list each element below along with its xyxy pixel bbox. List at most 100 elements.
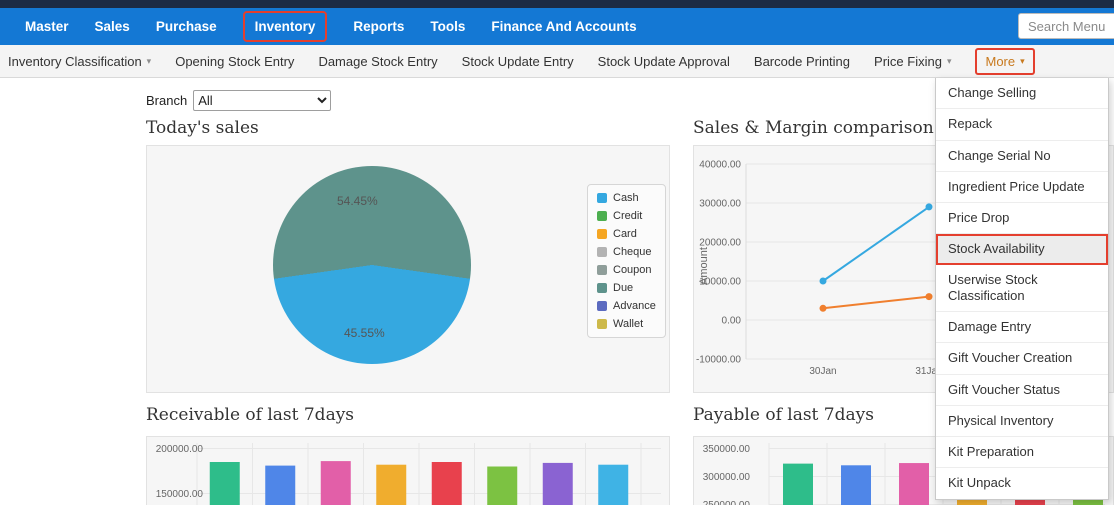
legend-swatch [597,211,607,221]
subnav-stock-update-entry[interactable]: Stock Update Entry [462,54,574,69]
legend-item[interactable]: Advance [597,300,656,312]
legend-item[interactable]: Cash [597,192,656,204]
data-point [926,203,933,210]
line-series [823,207,929,281]
legend-swatch [597,301,607,311]
todays-sales-chart: 54.45% 45.55% Cash Credit Card Cheque Coupon… [146,145,670,393]
legend-item[interactable]: Credit [597,210,656,222]
y-tick-label: 150000.00 [156,489,204,500]
data-point [820,278,827,285]
y-tick-label: 20000.00 [699,238,741,249]
menu-purchase[interactable]: Purchase [156,19,217,34]
legend-item[interactable]: Card [597,228,656,240]
legend-item[interactable]: Due [597,282,656,294]
y-tick-label: 250000.00 [703,500,751,505]
bar [210,462,240,505]
menu-item-kit-preparation[interactable]: Kit Preparation [936,437,1108,468]
subnav-opening-stock-entry[interactable]: Opening Stock Entry [175,54,294,69]
subnav-price-fixing[interactable]: Price Fixing ▾ [874,54,951,69]
inventory-submenu-bar: Inventory Classification ▾ Opening Stock… [0,45,1114,78]
menu-item-change-serial-no[interactable]: Change Serial No [936,141,1108,172]
bar [543,463,573,505]
receivable-bars-svg: 200000.00 150000.00 [147,437,671,505]
receivable-title: Receivable of last 7days [146,405,354,425]
y-tick-label: 350000.00 [703,444,751,455]
y-tick-label: 0.00 [722,316,742,327]
legend-label: Coupon [613,264,652,276]
legend-label: Cheque [613,246,652,258]
menu-inventory[interactable]: Inventory [243,11,328,42]
subnav-label: Barcode Printing [754,54,850,69]
menu-item-change-selling[interactable]: Change Selling [936,78,1108,109]
bar [783,464,813,505]
search-menu-input[interactable] [1018,13,1114,39]
menu-item-gift-voucher-status[interactable]: Gift Voucher Status [936,375,1108,406]
legend-swatch [597,265,607,275]
branch-filter: Branch All [146,90,331,111]
menu-item-ingredient-price-update[interactable]: Ingredient Price Update [936,172,1108,203]
subnav-more[interactable]: More ▾ [975,48,1034,75]
legend-label: Wallet [613,318,643,330]
bar [899,463,929,505]
legend-item[interactable]: Coupon [597,264,656,276]
pie-slice-label: 54.45% [337,194,378,208]
bar [376,465,406,505]
menu-sales[interactable]: Sales [95,19,130,34]
subnav-inventory-classification[interactable]: Inventory Classification ▾ [8,54,151,69]
menu-item-gift-voucher-creation[interactable]: Gift Voucher Creation [936,343,1108,374]
menu-item-physical-inventory[interactable]: Physical Inventory [936,406,1108,437]
subnav-damage-stock-entry[interactable]: Damage Stock Entry [318,54,437,69]
caret-down-icon: ▾ [1020,57,1025,66]
subnav-label: Stock Update Approval [598,54,730,69]
more-dropdown-menu: Change Selling Repack Change Serial No I… [935,78,1109,500]
y-tick-label: 40000.00 [699,160,741,171]
subnav-label: Stock Update Entry [462,54,574,69]
subnav-label: Inventory Classification [8,54,142,69]
y-tick-label: 200000.00 [156,444,204,455]
caret-down-icon: ▾ [147,57,152,66]
y-tick-label: 300000.00 [703,472,751,483]
legend-label: Card [613,228,637,240]
menu-item-damage-entry[interactable]: Damage Entry [936,312,1108,343]
bar [265,466,295,505]
legend-swatch [597,247,607,257]
legend-item[interactable]: Wallet [597,318,656,330]
pie-slice-label: 45.55% [344,326,385,340]
menu-item-stock-availability[interactable]: Stock Availability [936,234,1108,264]
legend-swatch [597,283,607,293]
subnav-label: Price Fixing [874,54,942,69]
payable-title: Payable of last 7days [693,405,874,425]
menu-item-price-drop[interactable]: Price Drop [936,203,1108,234]
legend-swatch [597,229,607,239]
main-menu: Master Sales Purchase Inventory Reports … [25,11,637,42]
subnav-label: More [985,54,1015,69]
subnav-barcode-printing[interactable]: Barcode Printing [754,54,850,69]
line-series [823,297,929,309]
caret-down-icon: ▾ [947,57,952,66]
legend-item[interactable]: Cheque [597,246,656,258]
menu-item-repack[interactable]: Repack [936,109,1108,140]
menu-master[interactable]: Master [25,19,69,34]
y-axis-title: Amount [698,247,710,285]
menu-finance-and-accounts[interactable]: Finance And Accounts [491,19,636,34]
bar [487,467,517,505]
bar [321,461,351,505]
top-strip [0,0,1114,8]
legend-label: Due [613,282,633,294]
menu-reports[interactable]: Reports [353,19,404,34]
todays-sales-title: Today's sales [146,118,259,138]
subnav-stock-update-approval[interactable]: Stock Update Approval [598,54,730,69]
menu-item-kit-unpack[interactable]: Kit Unpack [936,468,1108,498]
main-menu-bar: Master Sales Purchase Inventory Reports … [0,8,1114,45]
y-tick-label: 30000.00 [699,199,741,210]
data-point [820,305,827,312]
menu-item-userwise-stock-classification[interactable]: Userwise Stock Classification [936,265,1108,313]
subnav-label: Damage Stock Entry [318,54,437,69]
dashboard-screen: Master Sales Purchase Inventory Reports … [0,0,1114,505]
legend-swatch [597,193,607,203]
bar [432,462,462,505]
menu-tools[interactable]: Tools [430,19,465,34]
branch-select[interactable]: All [193,90,331,111]
legend-label: Credit [613,210,642,222]
pie-legend: Cash Credit Card Cheque Coupon Due Advance Wall… [587,184,666,338]
